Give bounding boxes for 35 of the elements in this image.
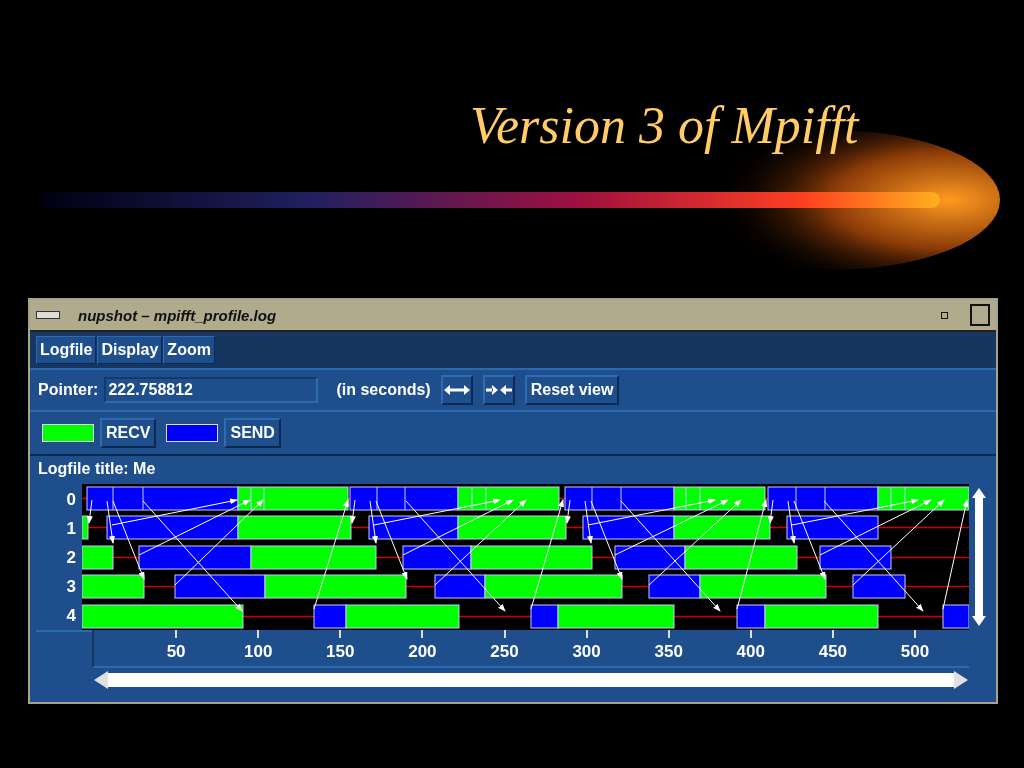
legend-button[interactable]: RECV [100,418,157,448]
outward-arrows-icon [443,385,470,395]
legend-button[interactable]: SEND [224,418,281,448]
reset-view-button[interactable]: Reset view [524,375,620,405]
menu-item[interactable]: Logfile [36,336,97,364]
axis-tick-label: 200 [408,642,437,662]
axis-tick-label: 100 [244,642,273,662]
zoom-in-button[interactable] [482,375,515,405]
inward-arrows-icon [485,385,512,395]
maximize-button[interactable] [970,304,990,326]
axis-tick-label: 150 [326,642,355,662]
window-title: nupshot – mpifft_profile.log [78,306,278,324]
process-label: 2 [66,548,76,568]
process-label: 1 [66,519,76,540]
axis-tick-label: 400 [736,642,765,662]
pointer-field[interactable]: 222.758812 [104,377,319,403]
process-label: 0 [66,490,76,511]
logfile-title: Logfile title: Me [37,459,157,479]
axis-tick-label: 50 [166,642,186,662]
pointer-label: Pointer: [38,381,99,399]
axis-tick-label: 500 [900,642,930,662]
axis-tick-label: 450 [818,642,848,662]
axis-tick-label: 300 [572,642,601,662]
axis-tick-label: 350 [654,642,683,662]
menu-item[interactable]: Zoom [163,336,215,364]
minimize-button[interactable] [941,311,948,319]
process-label: 3 [66,576,76,597]
process-label: 4 [66,605,76,626]
unit-label: (in seconds) [336,381,431,399]
window-menu-icon[interactable] [36,311,60,319]
axis-tick-label: 250 [490,642,519,662]
horizontal-scrollbar[interactable] [94,671,968,689]
zoom-out-button[interactable] [440,375,473,405]
menu-item[interactable]: Display [97,336,163,364]
slide-title: Version 3 of Mpifft [470,96,859,155]
